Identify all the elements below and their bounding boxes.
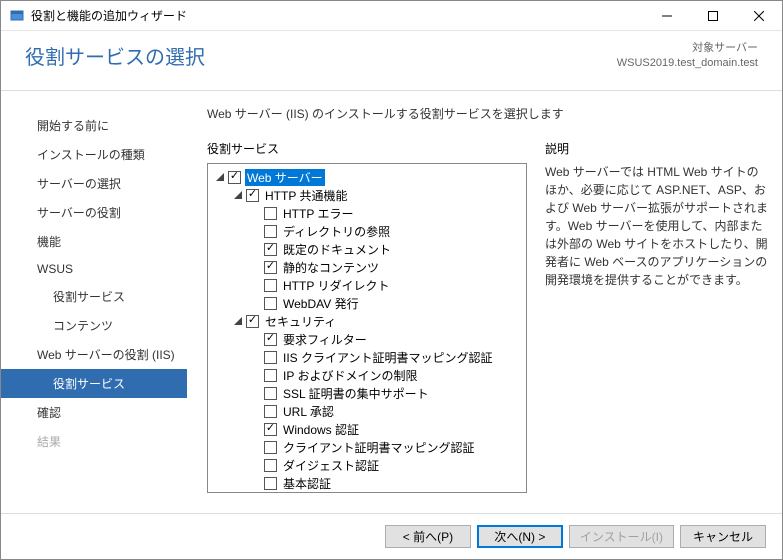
main-area: 開始する前にインストールの種類サーバーの選択サーバーの役割機能WSUS役割サービ… [1, 91, 782, 511]
tree-item[interactable]: WebDAV 発行 [210, 294, 524, 312]
sidebar-item[interactable]: 確認 [1, 398, 187, 427]
sidebar-item[interactable]: サーバーの役割 [1, 198, 187, 227]
sidebar-item[interactable]: 役割サービス [1, 282, 187, 311]
content-columns: 役割サービス Web サーバーHTTP 共通機能HTTP エラーディレクトリの参… [207, 140, 768, 511]
tree-item-label[interactable]: ディレクトリの参照 [281, 223, 392, 240]
tree-item[interactable]: 静的なコンテンツ [210, 258, 524, 276]
sidebar-item[interactable]: Web サーバーの役割 (IIS) [1, 340, 187, 369]
expander-open-icon[interactable] [232, 315, 244, 327]
tree-item[interactable]: Windows 認証 [210, 420, 524, 438]
expander-open-icon[interactable] [232, 189, 244, 201]
tree-item-label[interactable]: パフォーマンス [263, 493, 351, 494]
tree-item-label[interactable]: Windows 認証 [281, 421, 361, 438]
checkbox[interactable] [264, 279, 277, 292]
checkbox[interactable] [264, 207, 277, 220]
tree-item-label[interactable]: セキュリティ [263, 313, 338, 330]
checkbox[interactable] [264, 333, 277, 346]
tree-item[interactable]: クライアント証明書マッピング認証 [210, 438, 524, 456]
tree-item[interactable]: パフォーマンス [210, 492, 524, 493]
maximize-button[interactable] [690, 1, 736, 31]
app-icon [9, 8, 25, 24]
tree-item-label[interactable]: HTTP エラー [281, 205, 355, 222]
tree-item[interactable]: URL 承認 [210, 402, 524, 420]
page-title: 役割サービスの選択 [25, 41, 205, 70]
checkbox[interactable] [264, 225, 277, 238]
content-area: Web サーバー (IIS) のインストールする役割サービスを選択します 役割サ… [187, 91, 782, 511]
sidebar-item[interactable]: サーバーの選択 [1, 169, 187, 198]
tree-item[interactable]: IIS クライアント証明書マッピング認証 [210, 348, 524, 366]
checkbox[interactable] [246, 315, 259, 328]
expander-open-icon[interactable] [214, 171, 226, 183]
install-button[interactable]: インストール(I) [569, 525, 674, 548]
sidebar-item[interactable]: インストールの種類 [1, 140, 187, 169]
tree-item[interactable]: HTTP エラー [210, 204, 524, 222]
target-server-label: 対象サーバー [617, 41, 758, 56]
previous-button[interactable]: < 前へ(P) [385, 525, 471, 548]
sidebar-item[interactable]: 役割サービス [1, 369, 187, 398]
tree-item[interactable]: 既定のドキュメント [210, 240, 524, 258]
sidebar-item[interactable]: 機能 [1, 227, 187, 256]
tree-label: 役割サービス [207, 140, 527, 157]
window-controls [644, 1, 782, 31]
tree-item-label[interactable]: SSL 証明書の集中サポート [281, 385, 431, 402]
target-server-name: WSUS2019.test_domain.test [617, 56, 758, 71]
tree-item-label[interactable]: WebDAV 発行 [281, 295, 361, 312]
tree-column: 役割サービス Web サーバーHTTP 共通機能HTTP エラーディレクトリの参… [207, 140, 527, 511]
tree-item[interactable]: セキュリティ [210, 312, 524, 330]
tree-item-label[interactable]: IP およびドメインの制限 [281, 367, 419, 384]
tree-item-label[interactable]: 静的なコンテンツ [281, 259, 381, 276]
tree-item-label[interactable]: 既定のドキュメント [281, 241, 393, 258]
sidebar-item[interactable]: コンテンツ [1, 311, 187, 340]
title-bar: 役割と機能の追加ウィザード [1, 1, 782, 31]
tree-item-label[interactable]: URL 承認 [281, 403, 336, 420]
tree-item-label[interactable]: Web サーバー [245, 169, 325, 186]
checkbox[interactable] [264, 459, 277, 472]
sidebar-item: 結果 [1, 427, 187, 456]
tree-item[interactable]: HTTP リダイレクト [210, 276, 524, 294]
checkbox[interactable] [264, 243, 277, 256]
tree-item[interactable]: ダイジェスト認証 [210, 456, 524, 474]
tree-item-label[interactable]: ダイジェスト認証 [281, 457, 381, 474]
cancel-button[interactable]: キャンセル [680, 525, 766, 548]
checkbox[interactable] [264, 297, 277, 310]
sidebar-item[interactable]: 開始する前に [1, 111, 187, 140]
tree-item[interactable]: Web サーバー [210, 168, 524, 186]
tree-item[interactable]: IP およびドメインの制限 [210, 366, 524, 384]
header: 役割サービスの選択 対象サーバー WSUS2019.test_domain.te… [1, 31, 782, 91]
instruction-text: Web サーバー (IIS) のインストールする役割サービスを選択します [207, 105, 768, 122]
checkbox[interactable] [264, 261, 277, 274]
role-services-tree[interactable]: Web サーバーHTTP 共通機能HTTP エラーディレクトリの参照既定のドキュ… [207, 163, 527, 493]
checkbox[interactable] [246, 189, 259, 202]
tree-item[interactable]: SSL 証明書の集中サポート [210, 384, 524, 402]
tree-item-label[interactable]: 要求フィルター [281, 331, 369, 348]
description-text: Web サーバーでは HTML Web サイトのほか、必要に応じて ASP.NE… [545, 163, 768, 289]
minimize-button[interactable] [644, 1, 690, 31]
tree-item-label[interactable]: HTTP 共通機能 [263, 187, 349, 204]
description-label: 説明 [545, 140, 768, 157]
window-title: 役割と機能の追加ウィザード [31, 7, 187, 24]
tree-item-label[interactable]: 基本認証 [281, 475, 333, 492]
checkbox[interactable] [264, 387, 277, 400]
checkbox[interactable] [264, 477, 277, 490]
next-button[interactable]: 次へ(N) > [477, 525, 563, 548]
description-column: 説明 Web サーバーでは HTML Web サイトのほか、必要に応じて ASP… [545, 140, 768, 511]
tree-item-label[interactable]: HTTP リダイレクト [281, 277, 391, 294]
target-server-info: 対象サーバー WSUS2019.test_domain.test [617, 41, 758, 72]
checkbox[interactable] [264, 405, 277, 418]
tree-item-label[interactable]: IIS クライアント証明書マッピング認証 [281, 349, 495, 366]
tree-item[interactable]: 基本認証 [210, 474, 524, 492]
checkbox[interactable] [228, 171, 241, 184]
wizard-sidebar: 開始する前にインストールの種類サーバーの選択サーバーの役割機能WSUS役割サービ… [1, 91, 187, 511]
sidebar-item[interactable]: WSUS [1, 256, 187, 282]
checkbox[interactable] [264, 423, 277, 436]
checkbox[interactable] [264, 351, 277, 364]
checkbox[interactable] [264, 441, 277, 454]
close-button[interactable] [736, 1, 782, 31]
tree-item-label[interactable]: クライアント証明書マッピング認証 [281, 439, 477, 456]
tree-item[interactable]: 要求フィルター [210, 330, 524, 348]
tree-item[interactable]: HTTP 共通機能 [210, 186, 524, 204]
checkbox[interactable] [264, 369, 277, 382]
tree-item[interactable]: ディレクトリの参照 [210, 222, 524, 240]
footer: < 前へ(P) 次へ(N) > インストール(I) キャンセル [1, 513, 782, 559]
